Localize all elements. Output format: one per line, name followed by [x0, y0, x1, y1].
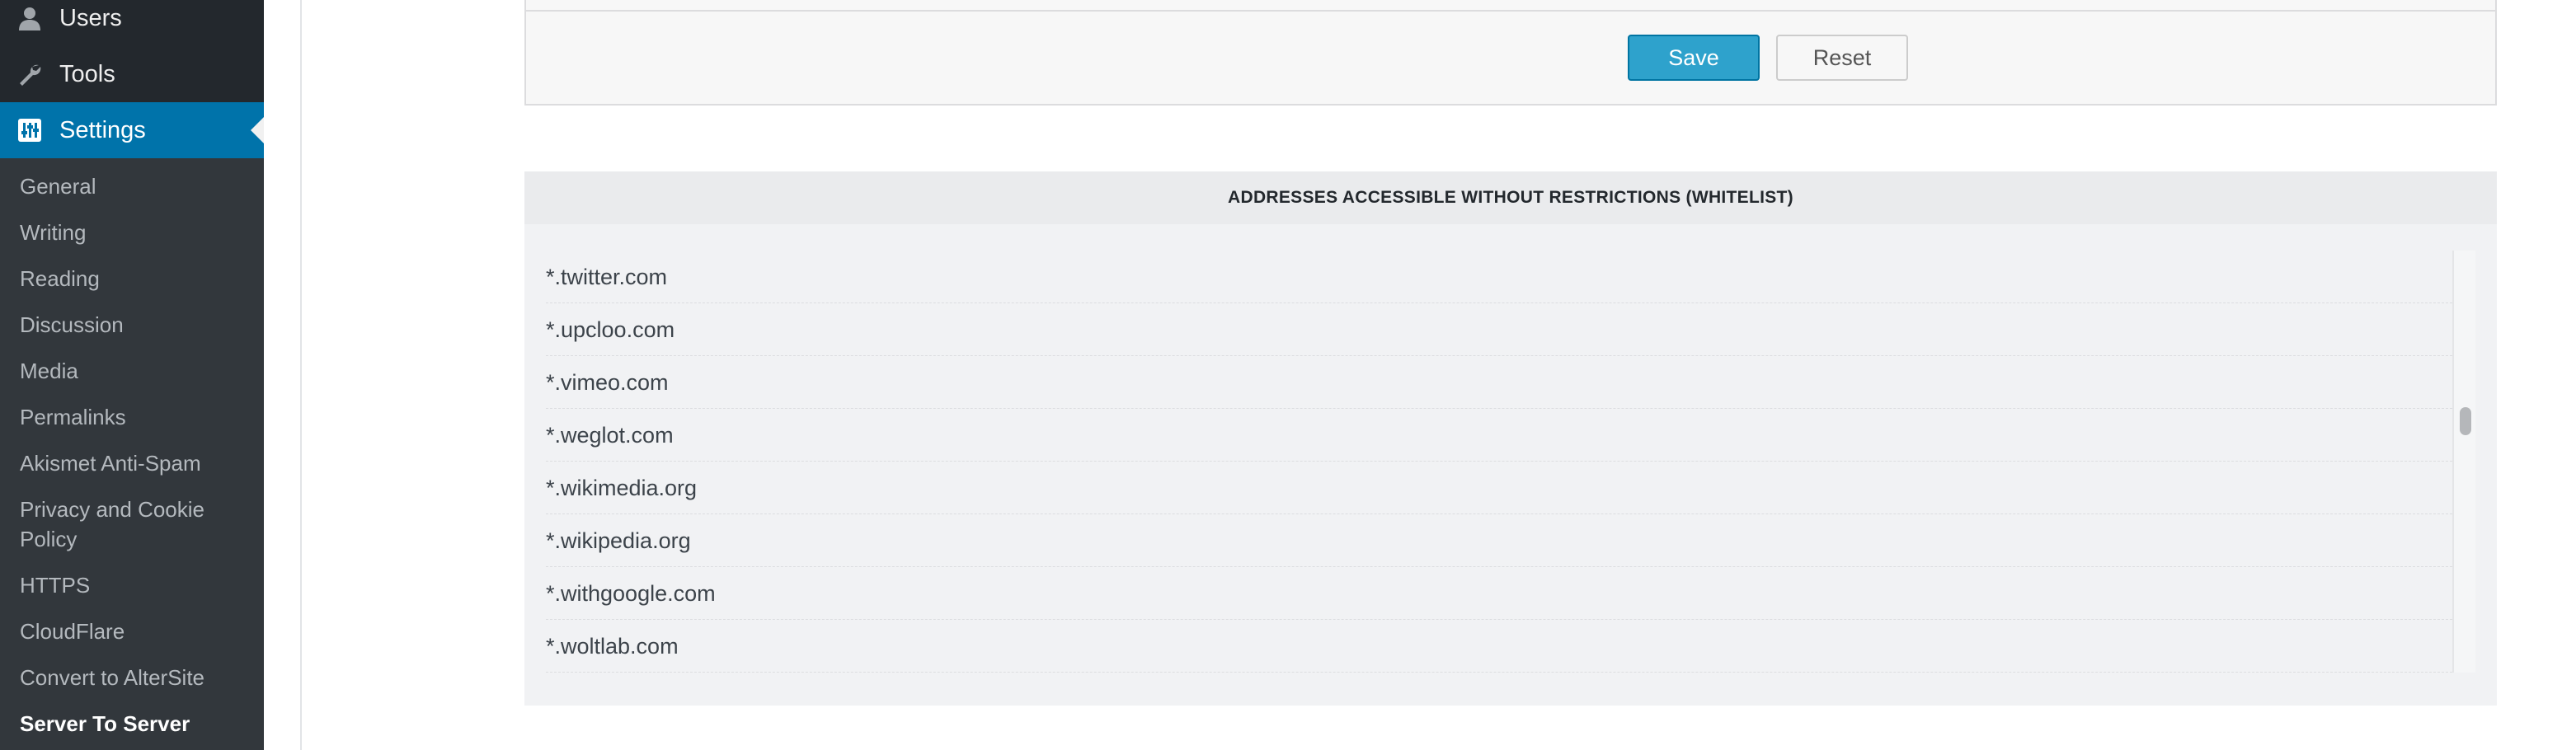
- submenu-item-convert-altersite[interactable]: Convert to AlterSite: [0, 663, 264, 692]
- content-divider: [300, 0, 302, 750]
- settings-submenu: General Writing Reading Discussion Media…: [0, 171, 264, 755]
- submenu-item-akismet[interactable]: Akismet Anti-Spam: [0, 448, 264, 478]
- form-actions-panel: Save Reset: [524, 0, 2497, 106]
- submenu-item-discussion[interactable]: Discussion: [0, 310, 264, 340]
- whitelist-list[interactable]: *.twitter.com *.upcloo.com *.vimeo.com *…: [546, 251, 2452, 673]
- panel-divider: [526, 10, 2495, 12]
- list-item[interactable]: *.wikimedia.org: [546, 462, 2452, 514]
- list-item[interactable]: *.weglot.com: [546, 409, 2452, 462]
- submenu-item-https[interactable]: HTTPS: [0, 570, 264, 600]
- save-button[interactable]: Save: [1628, 35, 1760, 81]
- menu-item-settings[interactable]: Settings: [0, 102, 264, 158]
- submenu-item-media[interactable]: Media: [0, 356, 264, 386]
- scrollbar-thumb[interactable]: [2460, 407, 2471, 435]
- settings-sliders-icon: [16, 117, 43, 143]
- menu-item-tools[interactable]: Tools: [0, 46, 264, 102]
- submenu-item-cloudflare[interactable]: CloudFlare: [0, 617, 264, 646]
- submenu-item-general[interactable]: General: [0, 171, 264, 201]
- menu-item-label: Settings: [59, 116, 146, 143]
- admin-sidebar: Users Tools Settings General Writing Rea…: [0, 0, 264, 750]
- whitelist-panel: ADDRESSES ACCESSIBLE WITHOUT RESTRICTION…: [524, 171, 2497, 706]
- submenu-item-privacy[interactable]: Privacy and Cookie Policy: [0, 495, 264, 554]
- list-item[interactable]: *.woltlab.com: [546, 620, 2452, 673]
- menu-item-users[interactable]: Users: [0, 0, 264, 46]
- main-content: Save Reset ADDRESSES ACCESSIBLE WITHOUT …: [264, 0, 2576, 750]
- menu-item-label: Tools: [59, 60, 115, 87]
- list-item[interactable]: *.withgoogle.com: [546, 567, 2452, 620]
- user-icon: [16, 5, 43, 31]
- menu-item-label: Users: [59, 4, 122, 31]
- whitelist-title: ADDRESSES ACCESSIBLE WITHOUT RESTRICTION…: [524, 171, 2497, 224]
- submenu-item-writing[interactable]: Writing: [0, 218, 264, 247]
- list-item[interactable]: *.vimeo.com: [546, 356, 2452, 409]
- reset-button[interactable]: Reset: [1776, 35, 1908, 81]
- submenu-item-server-to-server[interactable]: Server To Server: [0, 709, 264, 739]
- list-item[interactable]: *.twitter.com: [546, 251, 2452, 303]
- scrollbar-track[interactable]: [2452, 251, 2475, 673]
- submenu-item-reading[interactable]: Reading: [0, 264, 264, 293]
- list-item[interactable]: *.wikipedia.org: [546, 514, 2452, 567]
- submenu-item-permalinks[interactable]: Permalinks: [0, 402, 264, 432]
- list-item[interactable]: *.upcloo.com: [546, 303, 2452, 356]
- wrench-icon: [16, 61, 43, 87]
